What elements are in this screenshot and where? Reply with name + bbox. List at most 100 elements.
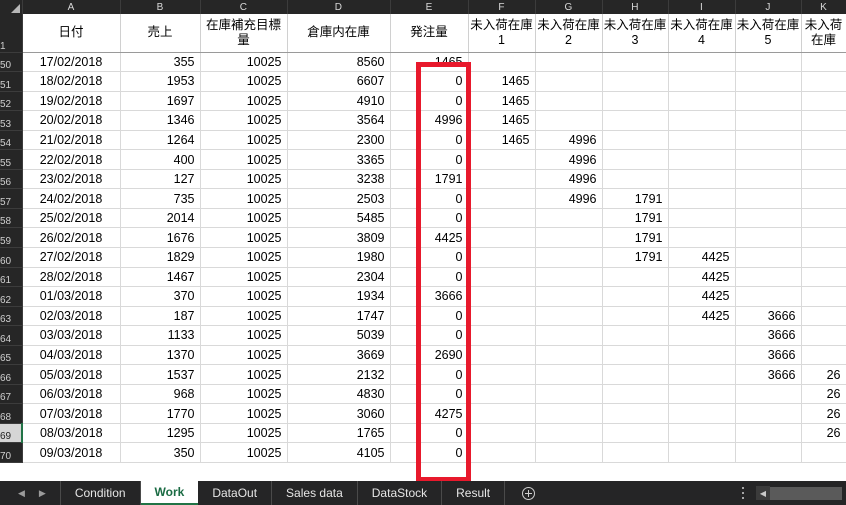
cell-F58[interactable] (468, 208, 536, 229)
cell-D69[interactable]: 1765 (287, 423, 391, 444)
cell-E53[interactable]: 4996 (390, 110, 469, 131)
cell-E69[interactable]: 0 (390, 423, 469, 444)
cell-C57[interactable]: 10025 (200, 188, 288, 209)
table-row[interactable]: 56 23/02/2018 127 10025 3238 1791 4996 (0, 169, 846, 190)
cell-I67[interactable] (668, 384, 736, 405)
cell-A59[interactable]: 26/02/2018 (22, 227, 121, 248)
cell-F68[interactable] (468, 403, 536, 424)
cell-A50[interactable]: 17/02/2018 (22, 52, 121, 73)
column-header-J[interactable]: J (735, 0, 802, 14)
cell-G63[interactable] (535, 306, 603, 327)
row-number-65[interactable]: 65 (0, 345, 23, 366)
column-header-G[interactable]: G (535, 0, 603, 14)
cell-D54[interactable]: 2300 (287, 130, 391, 151)
cell-C67[interactable]: 10025 (200, 384, 288, 405)
cell-C52[interactable]: 10025 (200, 91, 288, 112)
cell-K67[interactable]: 26 (801, 384, 846, 405)
cell-F53[interactable]: 1465 (468, 110, 536, 131)
cell-C65[interactable]: 10025 (200, 345, 288, 366)
cell-B50[interactable]: 355 (120, 52, 201, 73)
sheet-tab-dataout[interactable]: DataOut (198, 481, 273, 505)
cell-F50[interactable] (468, 52, 536, 73)
cell-D61[interactable]: 2304 (287, 267, 391, 288)
cell-I50[interactable] (668, 52, 736, 73)
cell-B68[interactable]: 1770 (120, 403, 201, 424)
cell-H68[interactable] (602, 403, 669, 424)
cell-B70[interactable]: 350 (120, 442, 201, 463)
cell-F51[interactable]: 1465 (468, 71, 536, 92)
cell-C62[interactable]: 10025 (200, 286, 288, 307)
cell-A58[interactable]: 25/02/2018 (22, 208, 121, 229)
cell-B53[interactable]: 1346 (120, 110, 201, 131)
cell-F54[interactable]: 1465 (468, 130, 536, 151)
cell-H65[interactable] (602, 345, 669, 366)
cell-E66[interactable]: 0 (390, 364, 469, 385)
cell-E56[interactable]: 1791 (390, 169, 469, 190)
header-cell-C[interactable]: 在庫補充目標量 (200, 14, 288, 53)
table-row[interactable]: 53 20/02/2018 1346 10025 3564 4996 1465 (0, 110, 846, 131)
row-number-69[interactable]: 69 (0, 423, 23, 444)
cell-J65[interactable]: 3666 (735, 345, 802, 366)
worksheet-grid[interactable]: A B C D E F G H I J K 1 日付 売上 在庫補充目標量 倉庫… (0, 0, 846, 481)
row-number-54[interactable]: 54 (0, 130, 23, 151)
row-number-57[interactable]: 57 (0, 188, 23, 209)
cell-D63[interactable]: 1747 (287, 306, 391, 327)
header-cell-D[interactable]: 倉庫内在庫 (287, 14, 391, 53)
cell-K65[interactable] (801, 345, 846, 366)
cell-D62[interactable]: 1934 (287, 286, 391, 307)
header-cell-A[interactable]: 日付 (22, 14, 121, 53)
table-row[interactable]: 54 21/02/2018 1264 10025 2300 0 1465 4996 (0, 130, 846, 151)
cell-J62[interactable] (735, 286, 802, 307)
cell-K62[interactable] (801, 286, 846, 307)
row-number-68[interactable]: 68 (0, 403, 23, 424)
cell-I61[interactable]: 4425 (668, 267, 736, 288)
cell-B54[interactable]: 1264 (120, 130, 201, 151)
cell-F67[interactable] (468, 384, 536, 405)
cell-B57[interactable]: 735 (120, 188, 201, 209)
cell-D52[interactable]: 4910 (287, 91, 391, 112)
cell-C54[interactable]: 10025 (200, 130, 288, 151)
cell-A56[interactable]: 23/02/2018 (22, 169, 121, 190)
cell-G67[interactable] (535, 384, 603, 405)
row-number-64[interactable]: 64 (0, 325, 23, 346)
cell-E54[interactable]: 0 (390, 130, 469, 151)
cell-B62[interactable]: 370 (120, 286, 201, 307)
cell-A62[interactable]: 01/03/2018 (22, 286, 121, 307)
cell-J60[interactable] (735, 247, 802, 268)
cell-D65[interactable]: 3669 (287, 345, 391, 366)
cell-J57[interactable] (735, 188, 802, 209)
cell-B51[interactable]: 1953 (120, 71, 201, 92)
cell-I55[interactable] (668, 149, 736, 170)
cell-H64[interactable] (602, 325, 669, 346)
cell-F61[interactable] (468, 267, 536, 288)
row-number-67[interactable]: 67 (0, 384, 23, 405)
row-number-51[interactable]: 51 (0, 71, 23, 92)
cell-H57[interactable]: 1791 (602, 188, 669, 209)
header-cell-B[interactable]: 売上 (120, 14, 201, 53)
table-row[interactable]: 50 17/02/2018 355 10025 8560 1465 (0, 52, 846, 73)
cell-C70[interactable]: 10025 (200, 442, 288, 463)
cell-C64[interactable]: 10025 (200, 325, 288, 346)
row-number-52[interactable]: 52 (0, 91, 23, 112)
table-row[interactable]: 63 02/03/2018 187 10025 1747 0 4425 3666 (0, 306, 846, 327)
header-cell-H[interactable]: 未入荷在庫3 (602, 14, 669, 53)
cell-G53[interactable] (535, 110, 603, 131)
cell-C59[interactable]: 10025 (200, 227, 288, 248)
row-number-61[interactable]: 61 (0, 267, 23, 288)
sheet-tab-datastock[interactable]: DataStock (358, 481, 443, 505)
cell-C69[interactable]: 10025 (200, 423, 288, 444)
horizontal-scrollbar[interactable]: ◀ (756, 481, 846, 505)
cell-H50[interactable] (602, 52, 669, 73)
column-header-F[interactable]: F (468, 0, 536, 14)
cell-B56[interactable]: 127 (120, 169, 201, 190)
row-number-62[interactable]: 62 (0, 286, 23, 307)
cell-J66[interactable]: 3666 (735, 364, 802, 385)
cell-D64[interactable]: 5039 (287, 325, 391, 346)
column-header-K[interactable]: K (801, 0, 846, 14)
cell-J58[interactable] (735, 208, 802, 229)
cell-J54[interactable] (735, 130, 802, 151)
cell-B69[interactable]: 1295 (120, 423, 201, 444)
cell-A67[interactable]: 06/03/2018 (22, 384, 121, 405)
cell-G62[interactable] (535, 286, 603, 307)
table-row[interactable]: 51 18/02/2018 1953 10025 6607 0 1465 (0, 71, 846, 92)
